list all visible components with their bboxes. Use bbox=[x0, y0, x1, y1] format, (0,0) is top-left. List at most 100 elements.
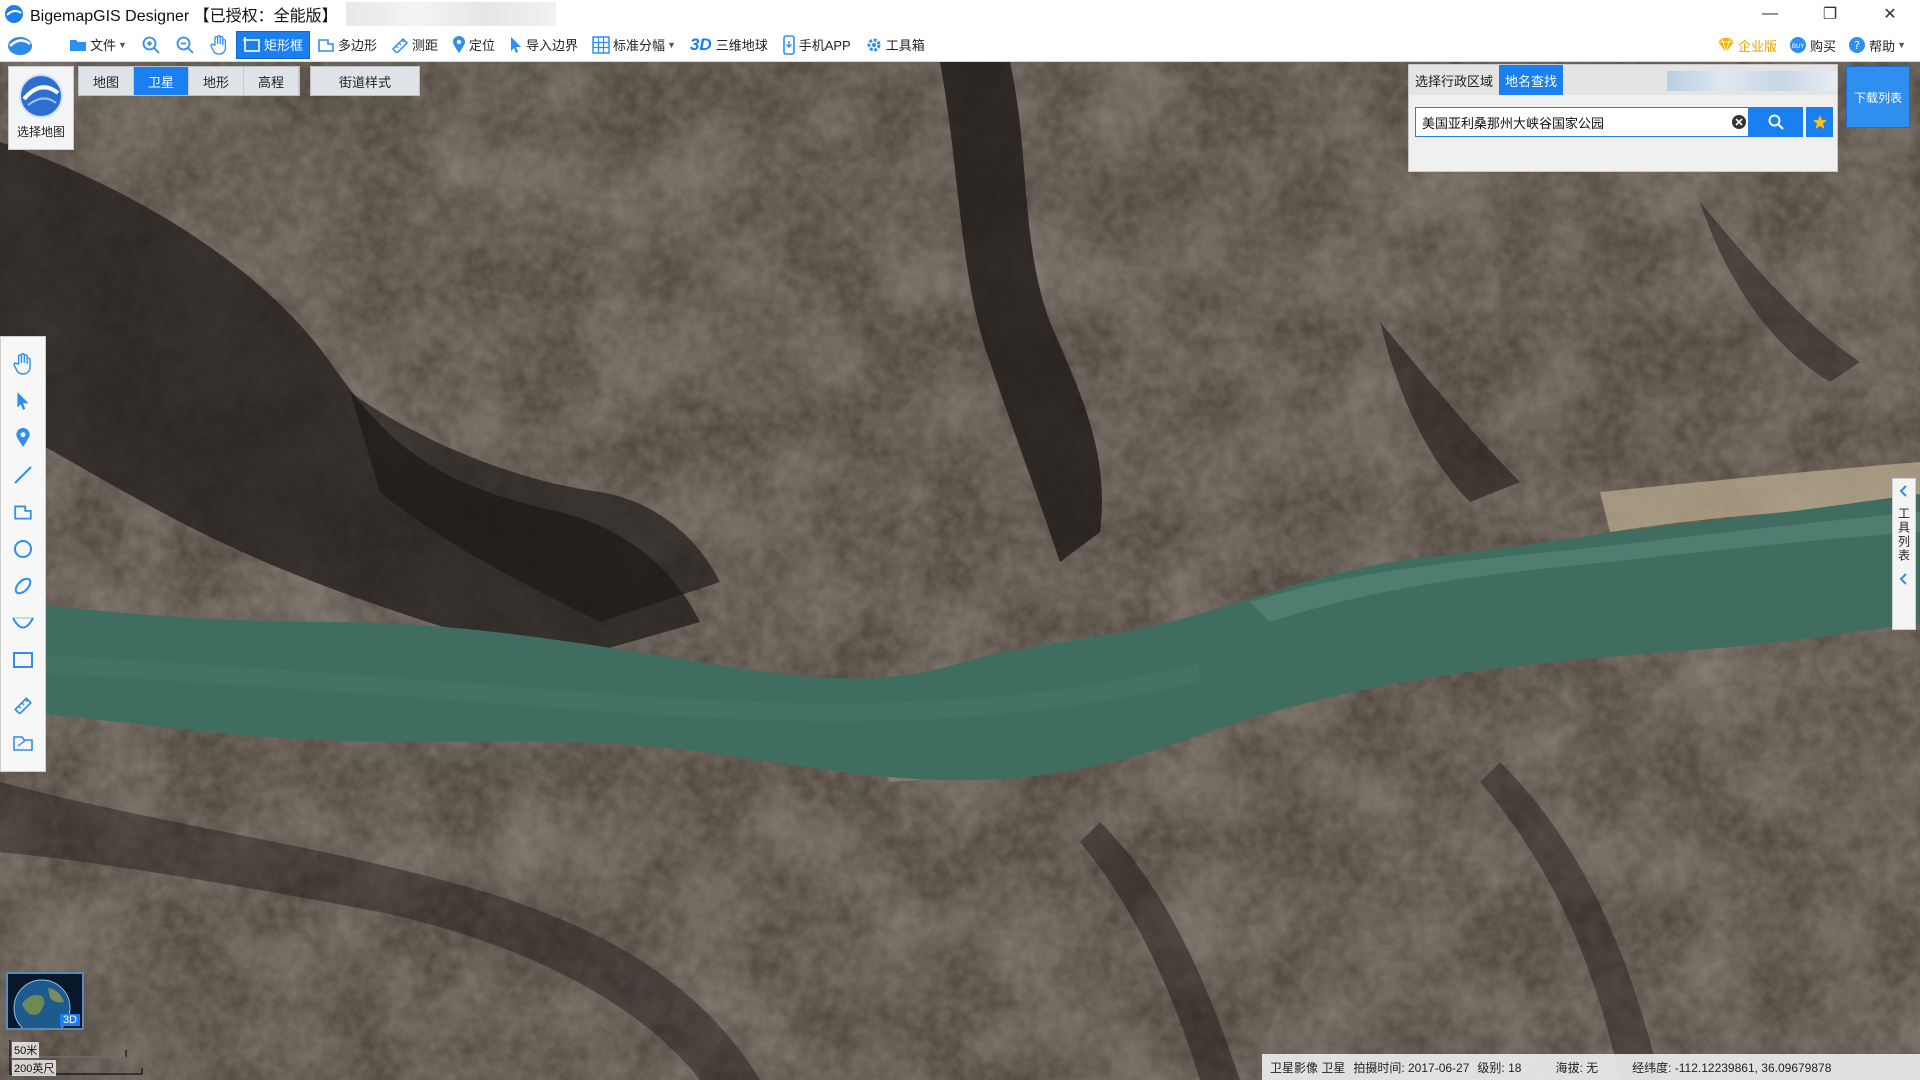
locate-label: 定位 bbox=[468, 38, 495, 53]
app-logo-icon bbox=[5, 5, 23, 23]
polygon-label: 多边形 bbox=[337, 38, 377, 53]
polygon-button[interactable]: 多边形 bbox=[310, 31, 384, 59]
phone-icon bbox=[782, 34, 795, 55]
threed-icon: 3D bbox=[689, 34, 712, 54]
diamond-icon bbox=[1718, 37, 1735, 53]
polygon-icon bbox=[14, 505, 32, 520]
map-pin-icon bbox=[16, 428, 30, 447]
minimize-button[interactable]: — bbox=[1740, 0, 1800, 28]
grid-icon bbox=[592, 35, 610, 54]
rect-select-icon bbox=[242, 36, 260, 52]
select-tool[interactable] bbox=[7, 384, 39, 418]
svg-text:BUY: BUY bbox=[1792, 43, 1805, 50]
chevron-down-icon: ▼ bbox=[118, 39, 127, 50]
line-icon bbox=[14, 466, 32, 484]
zoom-in-button[interactable] bbox=[134, 31, 168, 59]
scale-metric: 50米 bbox=[12, 1042, 40, 1058]
tab-map[interactable]: 地图 bbox=[79, 67, 134, 95]
hand-icon bbox=[13, 353, 31, 375]
window-title: BigemapGIS Designer 【已授权：全能版】 bbox=[30, 8, 338, 25]
tab-elevation[interactable]: 高程 bbox=[244, 67, 299, 95]
buy-label: 购买 bbox=[1810, 38, 1837, 54]
search-button[interactable] bbox=[1749, 107, 1804, 137]
tab-place-search[interactable]: 地名查找 bbox=[1499, 65, 1564, 95]
rectangle-tool[interactable] bbox=[7, 643, 39, 677]
favorite-button[interactable] bbox=[1805, 107, 1833, 137]
polygon-icon bbox=[318, 38, 334, 52]
standard-sheet-label: 标准分幅 bbox=[613, 38, 666, 53]
mobile-app-button[interactable]: 手机APP bbox=[775, 31, 858, 59]
polygon-tool[interactable] bbox=[7, 495, 39, 529]
measure-label: 测距 bbox=[411, 38, 438, 53]
place-search-input[interactable] bbox=[1415, 107, 1750, 137]
circle-tool[interactable] bbox=[7, 532, 39, 566]
tab-select-region[interactable]: 选择行政区域 bbox=[1409, 65, 1499, 95]
pan-tool[interactable] bbox=[7, 347, 39, 381]
maximize-button[interactable]: ❐ bbox=[1800, 0, 1860, 28]
map-type-tabs: 地图 卫星 地形 高程 bbox=[78, 66, 300, 96]
help-icon: ? bbox=[1849, 37, 1866, 53]
enterprise-label: 企业版 bbox=[1738, 38, 1778, 54]
star-icon bbox=[1812, 115, 1827, 129]
zoom-out-button[interactable] bbox=[168, 31, 202, 59]
zoom-in-icon bbox=[142, 36, 160, 54]
marker-tool[interactable] bbox=[7, 421, 39, 455]
standard-sheet-button[interactable]: 标准分幅 ▼ bbox=[585, 31, 683, 59]
satellite-terrain bbox=[0, 62, 1920, 1080]
line-tool[interactable] bbox=[7, 458, 39, 492]
scale-bar: 50米 200英尺 bbox=[8, 1040, 144, 1076]
download-list-button[interactable]: 下载列表 bbox=[1846, 66, 1910, 128]
ellipse-icon bbox=[14, 577, 32, 595]
map-canvas[interactable] bbox=[0, 62, 1920, 1080]
map-pin-icon bbox=[452, 35, 465, 53]
clear-icon[interactable] bbox=[1731, 114, 1747, 130]
blurred-account-info bbox=[345, 2, 556, 26]
scale-imperial: 200英尺 bbox=[12, 1060, 57, 1076]
rect-select-button[interactable]: 矩形框 bbox=[235, 30, 310, 59]
tools-list-label: 工具列表 bbox=[1896, 507, 1911, 563]
import-boundary-button[interactable]: 导入边界 bbox=[502, 31, 585, 59]
search-icon bbox=[1768, 114, 1785, 130]
blurred-region bbox=[1667, 71, 1837, 91]
tab-terrain[interactable]: 地形 bbox=[189, 67, 244, 95]
file-menu-button[interactable]: 文件 ▼ bbox=[62, 31, 134, 59]
file-menu-label: 文件 bbox=[90, 38, 117, 53]
toolbox-button[interactable]: 工具箱 bbox=[858, 31, 932, 59]
svg-text:?: ? bbox=[1854, 39, 1860, 52]
main-toolbar: 文件 ▼ 矩形框 多边形 测距 定位 导入边界 标准分幅 ▼ 3D 三维地球 手机A… bbox=[0, 28, 1920, 62]
measure-button[interactable]: 测距 bbox=[384, 31, 445, 59]
area-measure-icon bbox=[13, 736, 33, 751]
globe-3d-tag: 3D bbox=[59, 1014, 80, 1026]
status-coordinates: 经纬度: -112.12239861, 36.09679878 bbox=[1632, 1060, 1832, 1075]
buy-button[interactable]: BUY 购买 bbox=[1783, 31, 1842, 59]
cursor-icon bbox=[511, 36, 521, 53]
help-button[interactable]: ? 帮助 ▼ bbox=[1842, 31, 1912, 59]
measure-area-tool[interactable] bbox=[7, 725, 39, 759]
title-bar: BigemapGIS Designer 【已授权：全能版】 — ❐ ✕ bbox=[0, 0, 1920, 28]
help-label: 帮助 bbox=[1869, 38, 1896, 54]
street-style-button[interactable]: 街道样式 bbox=[310, 66, 420, 96]
right-tools-list[interactable]: 工具列表 bbox=[1892, 478, 1916, 630]
arc-icon bbox=[12, 617, 34, 629]
select-map-button[interactable]: 选择地图 bbox=[8, 66, 74, 150]
folder-icon bbox=[70, 39, 86, 51]
enterprise-button[interactable]: 企业版 bbox=[1711, 31, 1783, 59]
pointer-icon bbox=[17, 392, 29, 410]
bigemap-logo-icon[interactable] bbox=[0, 28, 40, 62]
freehand-tool[interactable] bbox=[7, 569, 39, 603]
globe-3d-button[interactable]: 3D 三维地球 bbox=[683, 31, 775, 59]
close-button[interactable]: ✕ bbox=[1860, 0, 1920, 28]
status-elevation: 海拔: 无 bbox=[1555, 1060, 1599, 1075]
mobile-app-label: 手机APP bbox=[798, 38, 851, 53]
ruler-icon bbox=[14, 697, 32, 714]
measure-distance-tool[interactable] bbox=[7, 688, 39, 722]
globe-3d-thumbnail[interactable]: 3D bbox=[6, 972, 84, 1037]
tab-satellite[interactable]: 卫星 bbox=[134, 67, 189, 95]
locate-button[interactable]: 定位 bbox=[445, 31, 502, 59]
status-bar: 卫星影像 卫星 拍摄时间: 2017-06-27 级别: 18 海拔: 无 经纬… bbox=[1262, 1054, 1920, 1080]
pan-button[interactable] bbox=[202, 31, 236, 59]
chevron-down-icon: ▼ bbox=[667, 39, 676, 50]
toolbox-label: 工具箱 bbox=[885, 38, 925, 53]
arc-tool[interactable] bbox=[7, 606, 39, 640]
select-map-label: 选择地图 bbox=[16, 125, 65, 139]
